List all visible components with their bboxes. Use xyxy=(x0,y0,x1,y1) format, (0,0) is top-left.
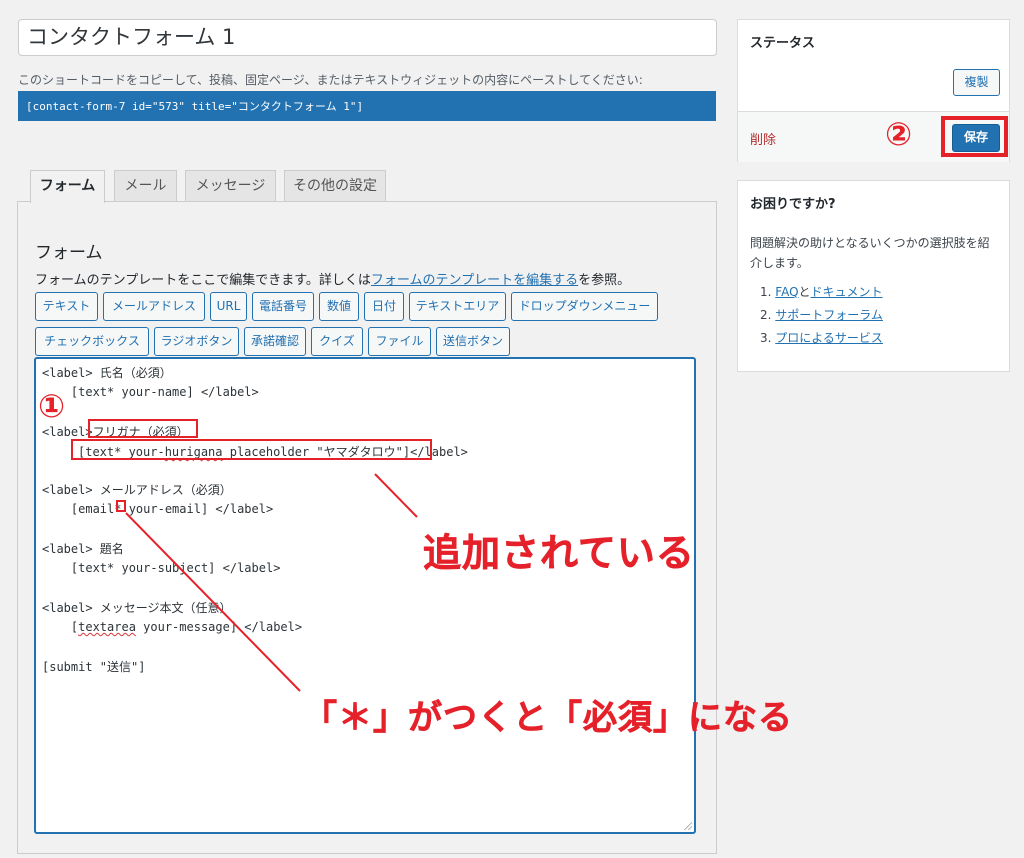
tag-button-acceptance[interactable]: 承諾確認 xyxy=(244,327,306,356)
tag-button-checkbox[interactable]: チェックボックス xyxy=(35,327,149,356)
help-box-text: 問題解決の助けとなるいくつかの選択肢を紹介します。 xyxy=(750,236,990,270)
template-help-link[interactable]: フォームのテンプレートを編集する xyxy=(371,273,578,288)
code-line: <label> メールアドレス（必須） xyxy=(42,483,232,497)
pro-services-link[interactable]: プロによるサービス xyxy=(775,331,883,345)
code-line: [text* your-subject] </label> xyxy=(42,561,281,575)
step-1-marker: ① xyxy=(38,387,66,425)
asterisk-annotation: 「＊」がつくと「必須」になる xyxy=(303,698,793,739)
help-list: 1. FAQとドキュメント 2. サポートフォーラム 3. プロによるサービス xyxy=(760,283,883,352)
docs-link[interactable]: ドキュメント xyxy=(811,285,883,299)
help-box-title: お困りですか? xyxy=(750,197,836,212)
tag-button-file[interactable]: ファイル xyxy=(368,327,431,356)
shortcode-help-text: このショートコードをコピーして、投稿、固定ページ、またはテキストウィジェットの内… xyxy=(18,73,643,87)
help-box: お困りですか? 問題解決の助けとなるいくつかの選択肢を紹介します。 1. FAQ… xyxy=(737,180,1010,372)
help-item: 3. プロによるサービス xyxy=(760,331,883,345)
tag-button-number[interactable]: 数値 xyxy=(319,292,359,321)
delete-link[interactable]: 削除 xyxy=(750,129,776,148)
code-line: [email* your-email] </label> xyxy=(42,502,274,516)
tag-button-url[interactable]: URL xyxy=(210,292,247,321)
support-forum-link[interactable]: サポートフォーラム xyxy=(775,308,883,322)
code-line: <label> 氏名（必須） xyxy=(42,366,172,380)
tag-button-tel[interactable]: 電話番号 xyxy=(252,292,314,321)
tag-button-date[interactable]: 日付 xyxy=(364,292,404,321)
save-highlight-box xyxy=(941,116,1008,157)
tag-button-dropdown[interactable]: ドロップダウンメニュー xyxy=(511,292,658,321)
tab-form[interactable]: フォーム xyxy=(30,170,105,203)
code-line: [submit "送信"] xyxy=(42,660,146,674)
tag-button-quiz[interactable]: クイズ xyxy=(311,327,363,356)
duplicate-button[interactable]: 複製 xyxy=(953,69,1000,96)
added-annotation: 追加されている xyxy=(423,531,695,576)
resize-handle[interactable] xyxy=(684,822,692,830)
asterisk-highlight xyxy=(116,500,126,512)
shortcode-field[interactable]: [contact-form-7 id="573" title="コンタクトフォー… xyxy=(18,91,716,121)
tag-button-submit[interactable]: 送信ボタン xyxy=(436,327,510,356)
furigana-label-highlight xyxy=(88,419,198,438)
code-line: [textarea your-message] </label> xyxy=(42,620,303,634)
help-item: 1. FAQとドキュメント xyxy=(760,285,883,299)
code-line: <label> メッセージ本文（任意） xyxy=(42,601,232,615)
status-box-title: ステータス xyxy=(750,36,816,51)
tag-button-textarea[interactable]: テキストエリア xyxy=(409,292,506,321)
tag-button-text[interactable]: テキスト xyxy=(35,292,98,321)
code-line: <label> 題名 xyxy=(42,542,124,556)
tag-button-email[interactable]: メールアドレス xyxy=(103,292,205,321)
help-item: 2. サポートフォーラム xyxy=(760,308,883,322)
tab-messages[interactable]: メッセージ xyxy=(185,170,276,202)
step-2-marker: ② xyxy=(885,115,913,153)
furigana-tag-highlight xyxy=(71,439,432,460)
panel-description: フォームのテンプレートをここで編集できます。詳しくはフォームのテンプレートを編集… xyxy=(35,273,631,288)
tab-additional-settings[interactable]: その他の設定 xyxy=(284,170,386,202)
code-line: [text* your-name] </label> xyxy=(42,385,259,399)
panel-heading: フォーム xyxy=(35,243,103,263)
tab-mail[interactable]: メール xyxy=(114,170,177,202)
form-title-input[interactable]: コンタクトフォーム 1 xyxy=(18,19,717,56)
faq-link[interactable]: FAQ xyxy=(775,285,798,299)
tag-button-radio[interactable]: ラジオボタン xyxy=(154,327,239,356)
